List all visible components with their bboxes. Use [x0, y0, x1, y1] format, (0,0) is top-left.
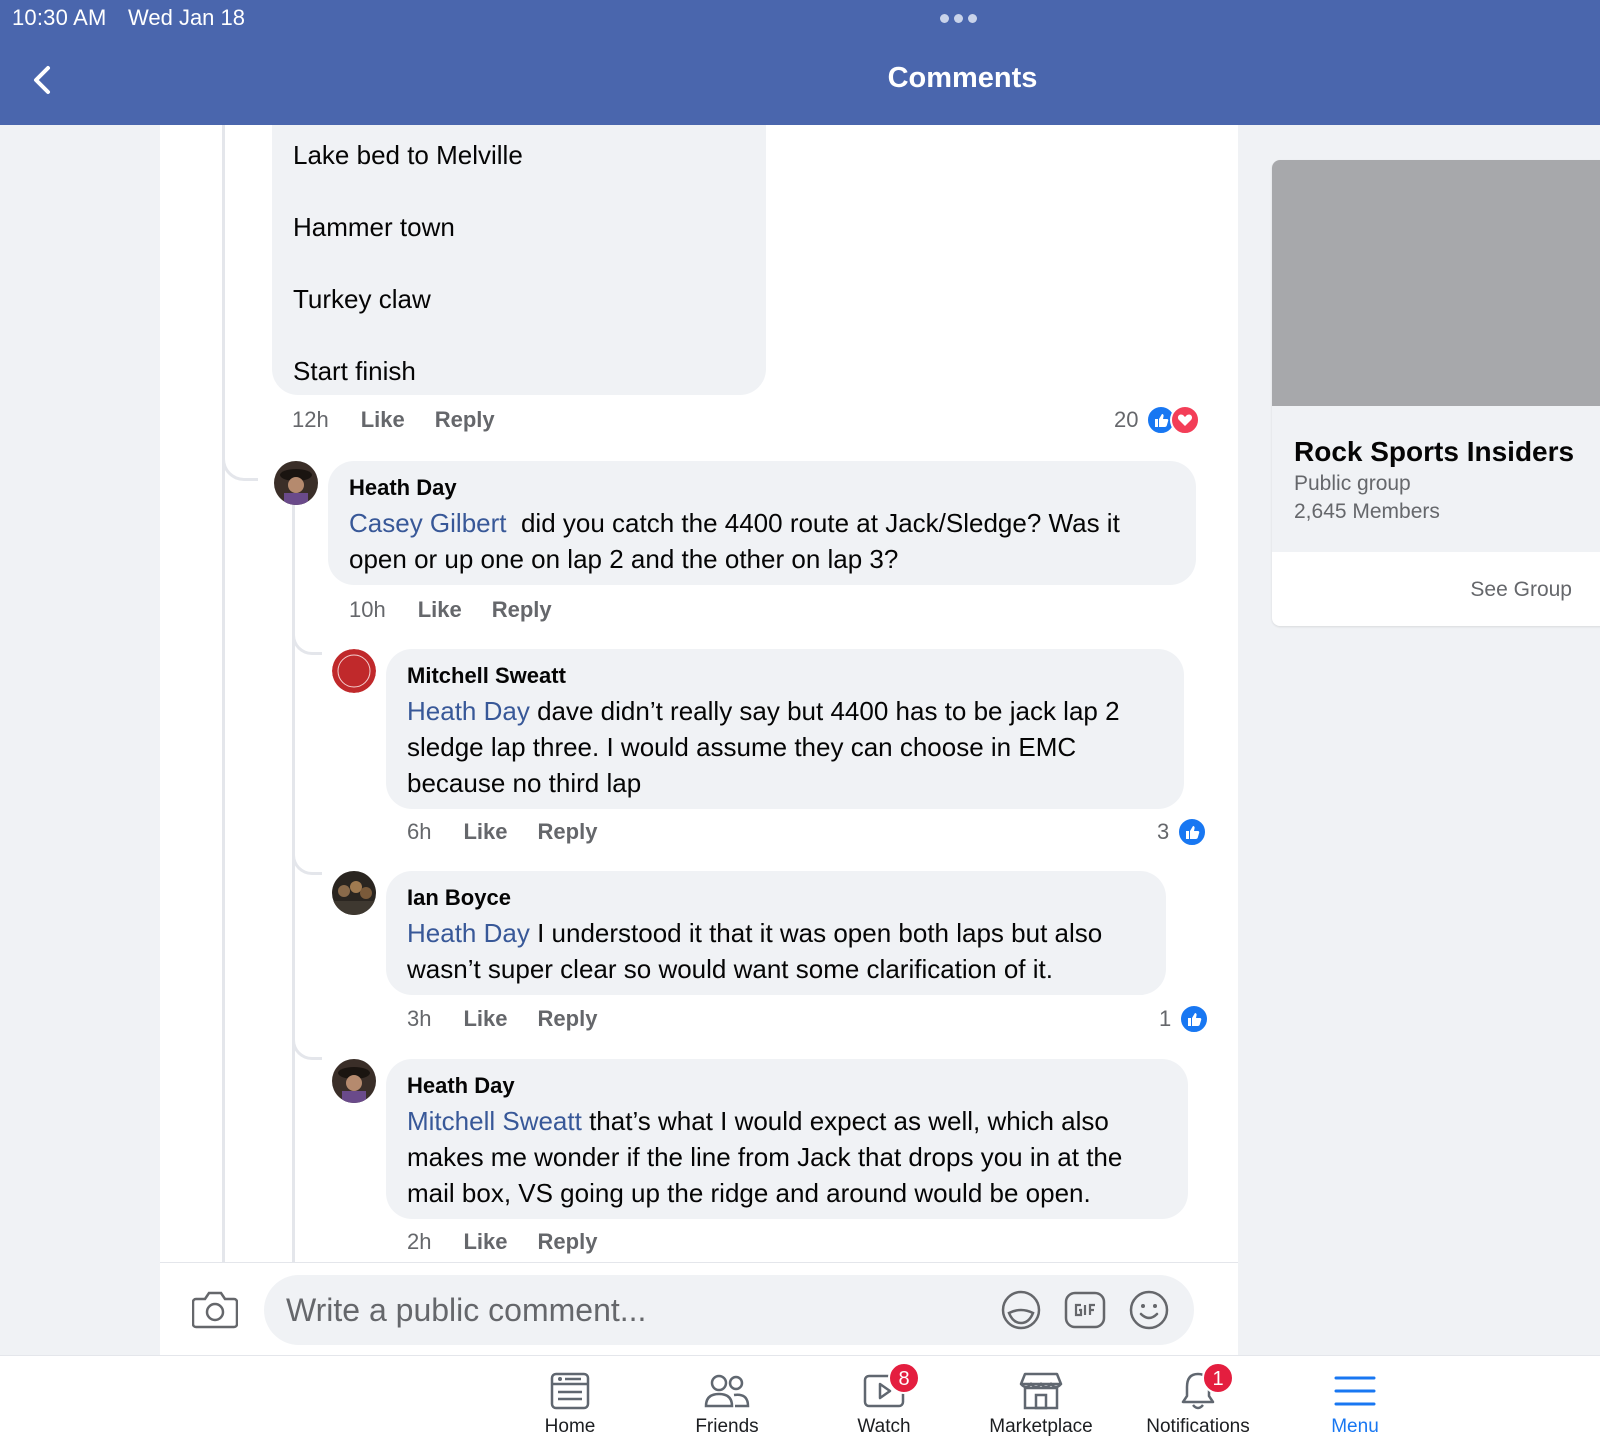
group-card: Rock Sports Insiders Public group 2,645 …	[1272, 160, 1600, 626]
nav-home[interactable]: Home	[500, 1370, 640, 1438]
comment-author[interactable]: Heath Day	[349, 475, 457, 501]
marketplace-store-icon	[1019, 1372, 1063, 1410]
comment-composer	[160, 1262, 1238, 1355]
reaction-summary[interactable]: 1	[1159, 1004, 1210, 1034]
group-info: Rock Sports Insiders Public group 2,645 …	[1272, 406, 1600, 552]
friends-icon	[704, 1374, 750, 1408]
comment-bubble: Heath Day Mitchell Sweatt that’s what I …	[386, 1059, 1188, 1219]
comment-actions: 6h Like Reply	[407, 819, 627, 845]
comment-time: 2h	[407, 1229, 432, 1254]
mention-link[interactable]: Mitchell Sweatt	[407, 1106, 582, 1136]
thread-connector	[292, 845, 322, 875]
like-reaction-icon	[1177, 817, 1208, 847]
nav-label: Marketplace	[989, 1416, 1093, 1437]
nav-notifications[interactable]: 1 Notifications	[1128, 1362, 1268, 1438]
comment-text: Heath Day dave didn’t really say but 440…	[407, 693, 1172, 801]
page-title: Comments	[887, 62, 1038, 94]
comment-author[interactable]: Heath Day	[407, 1073, 515, 1099]
nav-friends[interactable]: Friends	[657, 1370, 797, 1438]
top-bar: 10:30 AM Wed Jan 18 Comments	[0, 0, 1600, 125]
comment-actions: 3h Like Reply	[407, 1006, 627, 1032]
avatar[interactable]	[332, 1059, 376, 1103]
comment-text: Mitchell Sweatt that’s what I would expe…	[407, 1103, 1177, 1211]
reaction-summary[interactable]: 3	[1157, 817, 1208, 847]
status-time: 10:30 AM	[12, 5, 107, 30]
nav-menu[interactable]: Menu	[1285, 1370, 1425, 1438]
nav-watch[interactable]: 8 Watch	[814, 1362, 954, 1438]
bottom-nav: Home Friends 8 Watch Marketplace 1 Notif…	[0, 1355, 1600, 1445]
reply-button[interactable]: Reply	[492, 597, 552, 623]
mention-link[interactable]: Casey Gilbert	[349, 508, 507, 538]
comment-input[interactable]	[264, 1275, 1194, 1345]
reply-button[interactable]: Reply	[538, 819, 598, 845]
comment-line: Turkey claw	[293, 284, 431, 314]
reaction-summary[interactable]: 20	[1114, 405, 1201, 435]
love-reaction-icon	[1170, 405, 1201, 435]
thread-connector	[292, 1030, 322, 1060]
comments-panel[interactable]: Lake bed to Melville Hammer town Turkey …	[160, 125, 1238, 1355]
like-button[interactable]: Like	[361, 407, 405, 433]
nav-label: Watch	[857, 1416, 911, 1437]
avatar[interactable]	[332, 649, 376, 693]
comment-line: Start finish	[293, 356, 416, 386]
group-name[interactable]: Rock Sports Insiders	[1294, 436, 1600, 468]
group-members: 2,645 Members	[1294, 500, 1440, 523]
like-button[interactable]: Like	[463, 1006, 507, 1032]
reply-button[interactable]: Reply	[435, 407, 495, 433]
comment-time: 3h	[407, 1006, 432, 1031]
like-button[interactable]: Like	[463, 1229, 507, 1255]
thread-line	[292, 495, 295, 1355]
reaction-count: 20	[1114, 407, 1139, 432]
comment-text: Casey Gilbert did you catch the 4400 rou…	[349, 505, 1179, 577]
reaction-count: 1	[1159, 1006, 1172, 1031]
emoji-icon[interactable]	[1128, 1289, 1170, 1331]
group-cover-image[interactable]	[1272, 160, 1600, 406]
comment-bubble: Ian Boyce Heath Day I understood it that…	[386, 871, 1166, 995]
comment-bubble: Lake bed to Melville Hammer town Turkey …	[272, 125, 766, 395]
comment-bubble: Mitchell Sweatt Heath Day dave didn’t re…	[386, 649, 1184, 809]
comment-text: Heath Day I understood it that it was op…	[407, 915, 1152, 987]
nav-marketplace[interactable]: Marketplace	[971, 1370, 1111, 1438]
nav-label: Notifications	[1146, 1416, 1250, 1437]
notification-badge: 8	[888, 1362, 920, 1394]
reaction-count: 3	[1157, 819, 1170, 844]
nav-label: Menu	[1331, 1416, 1379, 1437]
comment-actions: 10h Like Reply	[349, 597, 582, 623]
comment-author[interactable]: Mitchell Sweatt	[407, 663, 566, 689]
comment-time: 6h	[407, 819, 432, 844]
like-reaction-icon	[1179, 1004, 1210, 1034]
thread-connector	[292, 625, 322, 655]
group-type: Public group	[1294, 472, 1411, 495]
notification-badge: 1	[1202, 1362, 1234, 1394]
comment-actions: 12h Like Reply	[292, 407, 525, 433]
comment-bubble: Heath Day Casey Gilbert did you catch th…	[328, 461, 1196, 585]
nav-label: Home	[544, 1416, 596, 1437]
see-group-button[interactable]: See Group	[1470, 578, 1572, 602]
home-feed-icon	[550, 1372, 590, 1410]
comment-time: 12h	[292, 407, 329, 432]
nav-label: Friends	[695, 1416, 759, 1437]
comment-time: 10h	[349, 597, 386, 622]
gif-icon[interactable]	[1064, 1289, 1106, 1331]
comment-author[interactable]: Ian Boyce	[407, 885, 511, 911]
thread-connector	[222, 445, 258, 481]
thread-line	[222, 125, 225, 1355]
comment-line: Hammer town	[293, 212, 455, 242]
mention-link[interactable]: Heath Day	[407, 918, 530, 948]
comment-line: Lake bed to Melville	[293, 140, 523, 170]
mention-link[interactable]: Heath Day	[407, 696, 530, 726]
menu-hamburger-icon	[1334, 1376, 1376, 1406]
avatar[interactable]	[332, 871, 376, 915]
reply-button[interactable]: Reply	[538, 1006, 598, 1032]
multitasking-dots-icon[interactable]	[940, 14, 977, 23]
status-date: Wed Jan 18	[128, 5, 246, 30]
like-button[interactable]: Like	[463, 819, 507, 845]
reply-button[interactable]: Reply	[538, 1229, 598, 1255]
sticker-icon[interactable]	[1000, 1289, 1042, 1331]
avatar[interactable]	[274, 461, 318, 505]
camera-icon[interactable]	[192, 1289, 238, 1329]
comment-actions: 2h Like Reply	[407, 1229, 627, 1255]
like-button[interactable]: Like	[418, 597, 462, 623]
